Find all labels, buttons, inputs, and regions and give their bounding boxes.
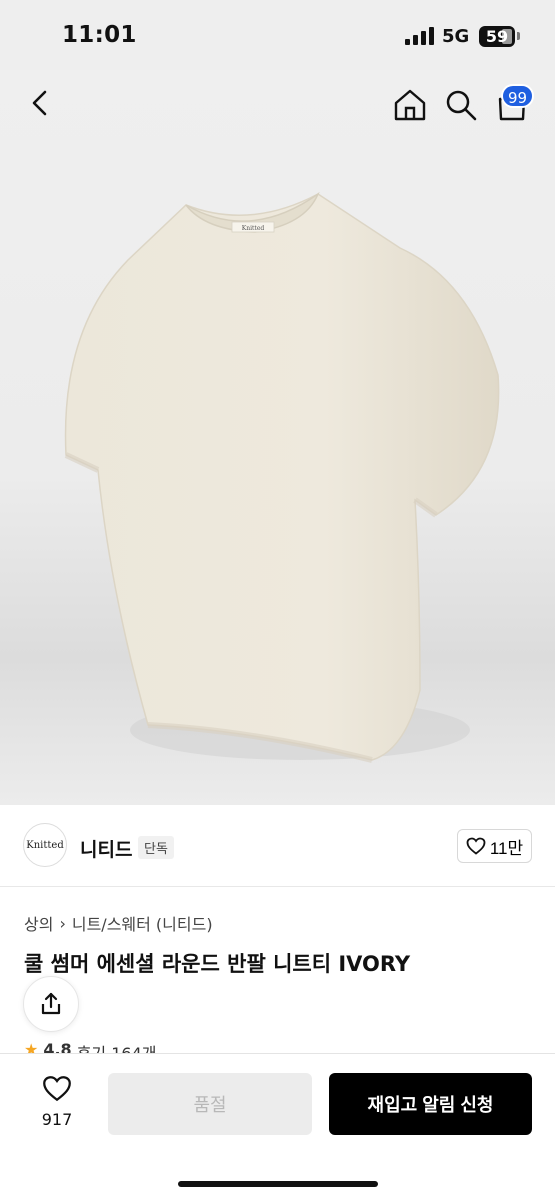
product-title: 쿨 썸머 에센셜 라운드 반팔 니트티 IVORY	[24, 952, 411, 976]
brand-logo[interactable]: Knitted	[23, 823, 67, 867]
breadcrumb-subcategory[interactable]: 니트/스웨터 (니티드)	[72, 911, 213, 935]
back-icon	[32, 90, 47, 116]
restock-alert-button[interactable]: 재입고 알림 신청	[329, 1073, 532, 1135]
product-image: Knitted	[64, 191, 500, 763]
back-button[interactable]	[26, 88, 56, 118]
soldout-button: 품절	[108, 1073, 312, 1135]
home-icon	[394, 89, 426, 121]
garment-tag: Knitted	[242, 225, 265, 232]
breadcrumb-category[interactable]: 상의	[24, 911, 53, 935]
home-button[interactable]	[392, 88, 428, 122]
share-button[interactable]	[23, 976, 79, 1032]
wish-count: 917	[41, 1110, 73, 1129]
brand-row: Knitted 니티드 단독 11만	[0, 805, 555, 887]
wish-button[interactable]: 917	[32, 1075, 82, 1129]
battery-level: 59	[485, 27, 509, 46]
battery-icon: 59	[479, 26, 515, 47]
search-icon	[446, 90, 477, 121]
chevron-right-icon: ›	[59, 913, 66, 933]
exclusive-badge: 단독	[138, 836, 174, 859]
status-time: 11:01	[62, 22, 137, 48]
heart-icon	[43, 1076, 71, 1102]
status-bar: 11:01 5G 59	[0, 0, 555, 70]
network-type: 5G	[442, 26, 470, 47]
brand-name[interactable]: 니티드	[80, 835, 132, 862]
heart-icon	[466, 837, 486, 855]
signal-icon	[405, 27, 434, 45]
home-indicator[interactable]	[178, 1181, 378, 1187]
search-button[interactable]	[444, 88, 478, 122]
share-icon	[41, 992, 61, 1015]
brand-like-button[interactable]: 11만	[457, 829, 532, 863]
product-image-gallery[interactable]: Knitted 1 / 10 ›	[0, 70, 555, 805]
bottom-action-bar: 917 품절 재입고 알림 신청	[0, 1053, 555, 1200]
cart-badge: 99	[501, 84, 535, 108]
brand-like-count: 11만	[489, 838, 524, 858]
breadcrumb: 상의 › 니트/스웨터 (니티드)	[24, 911, 213, 935]
